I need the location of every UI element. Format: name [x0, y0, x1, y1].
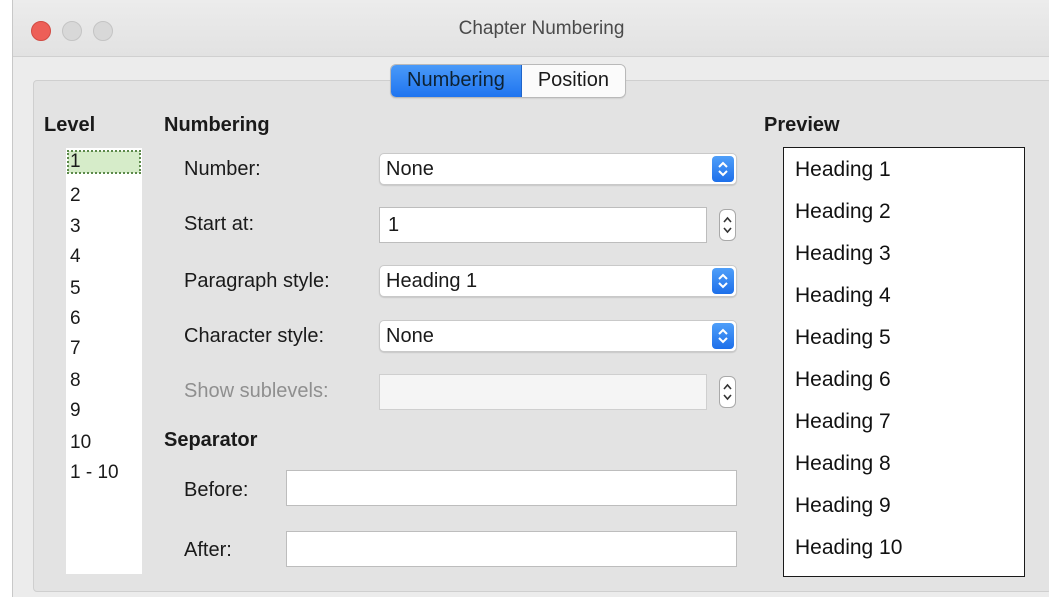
start-at-input[interactable]: 1: [379, 207, 707, 243]
start-at-label: Start at:: [184, 213, 255, 235]
before-input[interactable]: [286, 470, 737, 506]
tab-numbering[interactable]: Numbering: [391, 65, 522, 97]
preview-panel: Heading 1 Heading 2 Heading 3 Heading 4 …: [783, 147, 1025, 577]
tab-bar: Numbering Position: [390, 64, 626, 98]
preview-heading-7: Heading 7: [795, 410, 891, 433]
show-sublevels-input[interactable]: [379, 374, 707, 410]
level-item-4[interactable]: 4: [68, 246, 83, 268]
title-bar: Chapter Numbering: [13, 0, 1049, 57]
preview-heading-9: Heading 9: [795, 494, 891, 517]
dropdown-arrows-icon: [712, 268, 734, 294]
level-item-3[interactable]: 3: [68, 216, 83, 238]
preview-header: Preview: [764, 114, 840, 136]
show-sublevels-stepper[interactable]: [719, 376, 736, 408]
stepper-arrows-icon: [723, 383, 732, 401]
preview-heading-6: Heading 6: [795, 368, 891, 391]
after-input[interactable]: [286, 531, 737, 567]
character-style-select[interactable]: None: [379, 320, 737, 352]
dropdown-arrows-icon: [712, 156, 734, 182]
start-at-stepper[interactable]: [719, 209, 736, 241]
level-item-2[interactable]: 2: [68, 185, 83, 207]
level-item-10[interactable]: 10: [68, 432, 93, 454]
window-title: Chapter Numbering: [458, 18, 625, 39]
preview-heading-1: Heading 1: [795, 158, 891, 181]
character-style-label: Character style:: [184, 325, 325, 347]
level-item-6[interactable]: 6: [68, 308, 83, 330]
separator-header: Separator: [164, 429, 258, 451]
stepper-arrows-icon: [723, 216, 732, 234]
paragraph-style-value: Heading 1: [386, 270, 478, 292]
level-item-5[interactable]: 5: [68, 278, 83, 300]
level-item-8[interactable]: 8: [68, 370, 83, 392]
show-sublevels-label: Show sublevels:: [184, 380, 329, 402]
dropdown-arrows-icon: [712, 323, 734, 349]
number-select[interactable]: None: [379, 153, 737, 185]
level-header: Level: [44, 114, 96, 136]
tab-position[interactable]: Position: [521, 65, 625, 97]
numbering-header: Numbering: [164, 114, 270, 136]
paragraph-style-select[interactable]: Heading 1: [379, 265, 737, 297]
after-label: After:: [184, 539, 232, 561]
preview-heading-10: Heading 10: [795, 536, 903, 559]
number-select-value: None: [386, 158, 434, 180]
preview-heading-8: Heading 8: [795, 452, 891, 475]
preview-heading-3: Heading 3: [795, 242, 891, 265]
preview-heading-4: Heading 4: [795, 284, 891, 307]
number-label: Number:: [184, 158, 261, 180]
level-item-1[interactable]: 1: [67, 150, 141, 174]
character-style-value: None: [386, 325, 434, 347]
paragraph-style-label: Paragraph style:: [184, 270, 330, 292]
preview-heading-5: Heading 5: [795, 326, 891, 349]
preview-heading-2: Heading 2: [795, 200, 891, 223]
before-label: Before:: [184, 479, 249, 501]
level-list[interactable]: 1 2 3 4 5 6 7 8 9 10 1 - 10: [66, 148, 142, 574]
level-item-all[interactable]: 1 - 10: [68, 462, 121, 484]
level-item-7[interactable]: 7: [68, 338, 83, 360]
level-item-9[interactable]: 9: [68, 400, 83, 422]
